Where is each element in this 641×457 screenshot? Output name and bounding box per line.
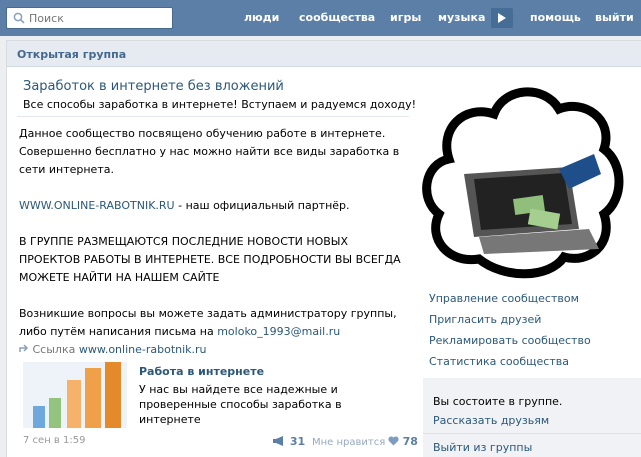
nav-help[interactable]: помощь <box>530 11 581 24</box>
group-avatar[interactable] <box>419 79 625 284</box>
nav-music[interactable]: музыка <box>438 11 485 24</box>
share-count: 31 <box>289 435 306 448</box>
membership-status: Вы состоите в группе. <box>433 395 563 408</box>
desc-paragraph: WWW.ONLINE-RABOTNIK.RU - наш официальный… <box>19 197 411 215</box>
play-icon <box>498 13 506 23</box>
link-url[interactable]: www.online-rabotnik.ru <box>79 343 207 356</box>
link-thumbnail[interactable] <box>23 362 127 428</box>
link-label: Ссылка <box>32 343 76 356</box>
group-status: Все способы заработка в интернете! Вступ… <box>23 98 417 111</box>
group-type-label: Открытая группа <box>17 48 127 61</box>
menu-manage-community[interactable]: Управление сообществом <box>429 292 579 305</box>
menu-community-stats[interactable]: Статистика сообщества <box>429 355 569 368</box>
heart-icon <box>388 436 400 446</box>
divider <box>423 433 641 434</box>
desc-paragraph: Возникшие вопросы вы можете задать админ… <box>19 305 411 341</box>
top-bar: люди сообщества игры музыка помощь выйти <box>0 0 641 36</box>
link-line: Ссылка www.online-rabotnik.ru <box>19 343 207 356</box>
membership-box: Вы состоите в группе. Рассказать друзьям… <box>423 378 641 457</box>
email-link[interactable]: moloko_1993@mail.ru <box>217 325 340 338</box>
growth-chart-image <box>23 362 127 428</box>
group-type-header: Открытая группа <box>7 41 641 67</box>
share-counter[interactable]: 31 <box>273 435 305 448</box>
partner-text: - наш официальный партнёр. <box>174 199 350 212</box>
play-button[interactable] <box>491 8 513 28</box>
link-card-description: У нас вы найдете все надежные и проверен… <box>139 383 342 426</box>
partner-link[interactable]: WWW.ONLINE-RABOTNIK.RU <box>19 199 175 212</box>
group-description: Данное сообщество посвящено обучению раб… <box>19 125 411 359</box>
tell-friends-link[interactable]: Рассказать друзьям <box>433 414 549 427</box>
menu-invite-friends[interactable]: Пригласить друзей <box>429 313 541 326</box>
link-card-title[interactable]: Работа в интернете <box>139 365 264 378</box>
nav-games[interactable]: игры <box>390 11 421 24</box>
share-arrow-icon <box>19 344 29 352</box>
search-box[interactable] <box>6 7 173 29</box>
group-title: Заработок в интернете без вложений <box>23 79 284 94</box>
search-icon <box>13 12 25 24</box>
desc-paragraph: В ГРУППЕ РАЗМЕЩАЮТСЯ ПОСЛЕДНИЕ НОВОСТИ Н… <box>19 235 401 284</box>
group-page: Открытая группа Заработок в интернете бе… <box>6 40 641 457</box>
like-label: Мне нравится <box>312 437 386 448</box>
like-count: 78 <box>402 435 418 448</box>
nav-communities[interactable]: сообщества <box>299 11 375 24</box>
megaphone-icon <box>273 436 283 446</box>
post-date[interactable]: 7 сен в 1:59 <box>23 435 85 446</box>
search-input[interactable] <box>29 10 167 26</box>
desc-paragraph: Данное сообщество посвящено обучению раб… <box>19 127 400 176</box>
leave-group-link[interactable]: Выйти из группы <box>433 441 532 454</box>
menu-advertise-community[interactable]: Рекламировать сообщество <box>429 334 591 347</box>
nav-people[interactable]: люди <box>244 11 279 24</box>
divider <box>17 116 409 117</box>
like-button[interactable]: Мне нравится 78 <box>312 435 418 448</box>
nav-logout[interactable]: выйти <box>595 11 634 24</box>
